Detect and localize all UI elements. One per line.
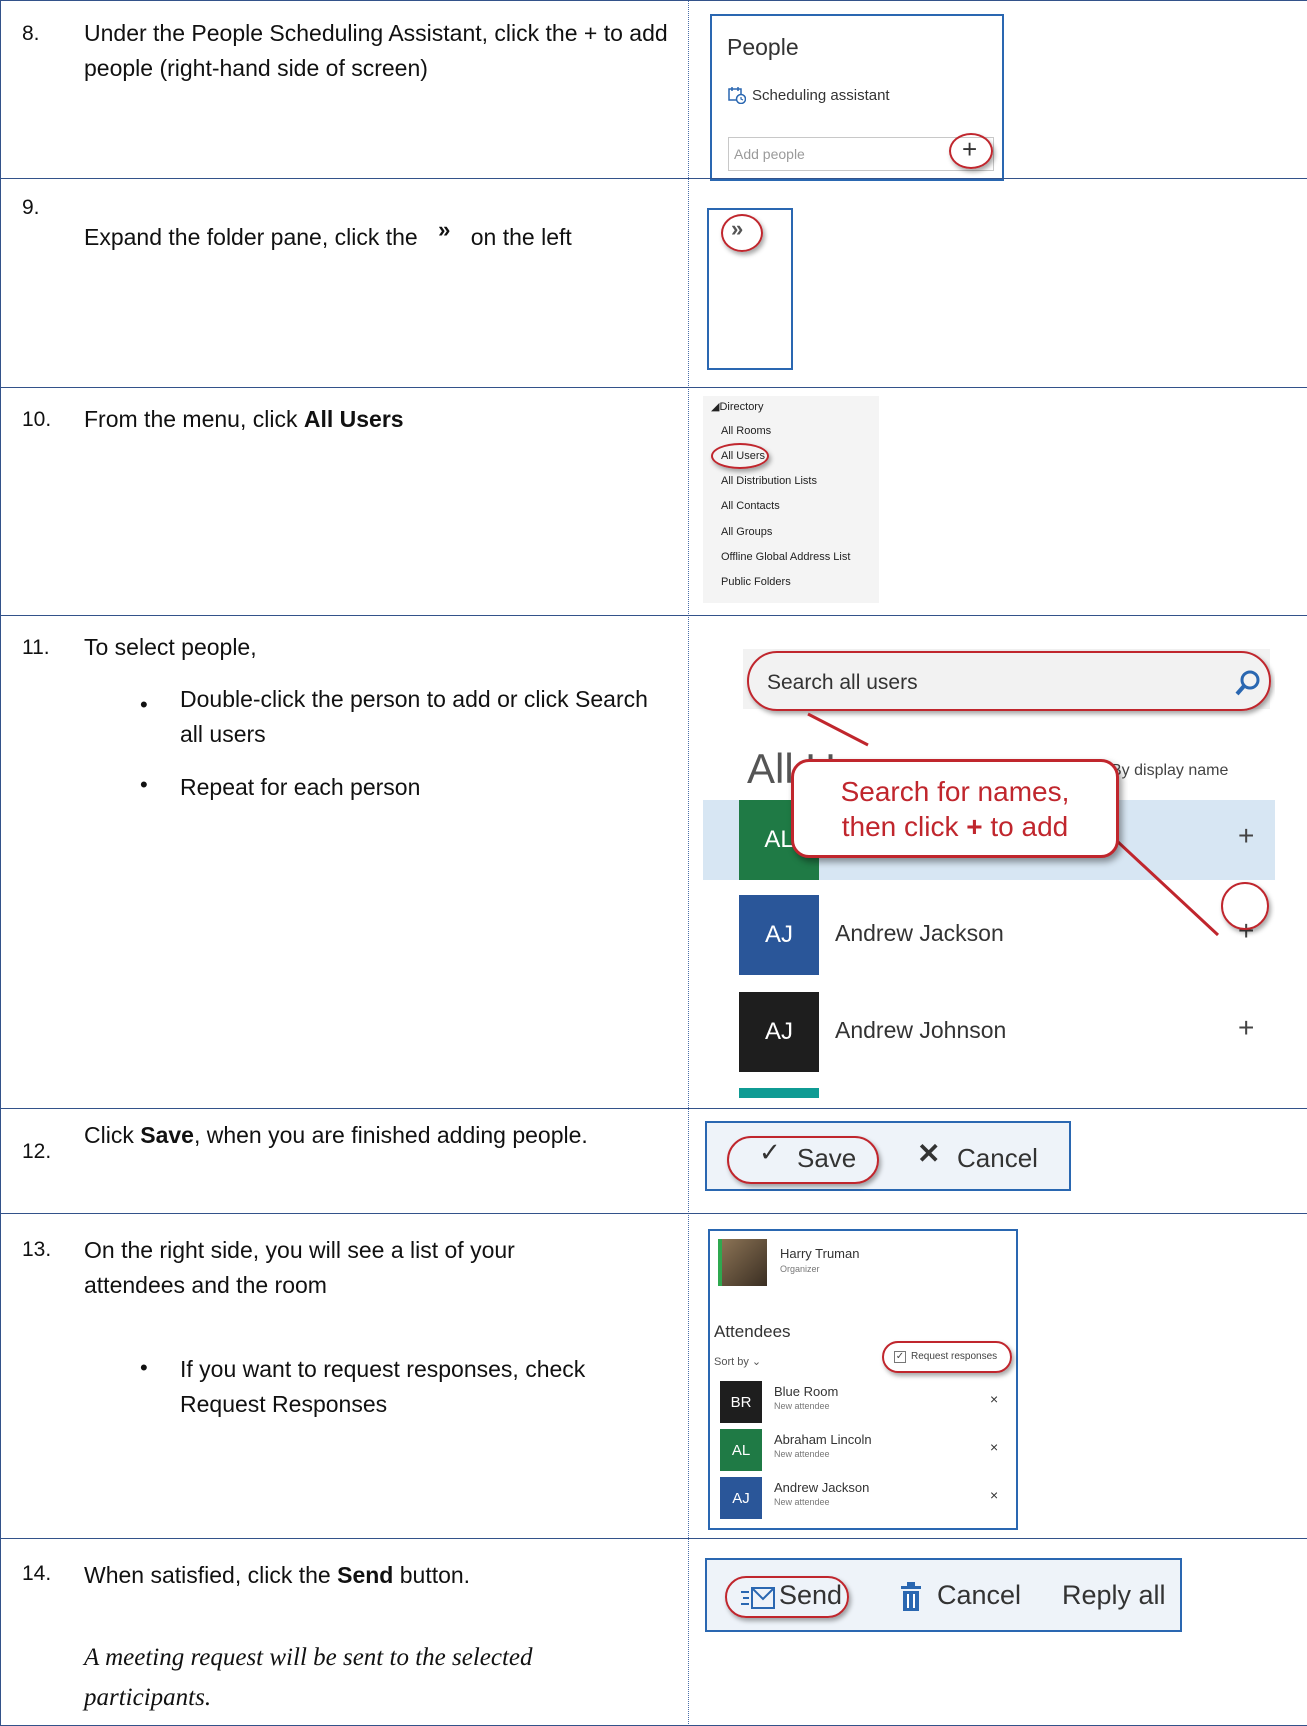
bullet-text: If you want to request responses, check … xyxy=(180,1356,586,1417)
step-text-part: Expand the folder pane, click the xyxy=(84,224,418,250)
step-text: When satisfied, click the Send button. xyxy=(84,1558,674,1593)
step-text-part: on the left xyxy=(470,224,572,250)
send-toolbar-screenshot: Send Cancel Reply all xyxy=(705,1558,1182,1632)
organizer-name: Harry Truman xyxy=(780,1246,860,1261)
highlight-circle xyxy=(721,214,763,252)
bullet-point: • xyxy=(140,772,148,797)
step-text-part: button. xyxy=(393,1562,471,1588)
highlight-oval xyxy=(882,1341,1012,1373)
step-text-bold: All Users xyxy=(303,406,404,432)
scheduling-assistant-link[interactable]: Scheduling assistant xyxy=(728,86,890,104)
step-number: 9. xyxy=(22,196,40,219)
avatar: BR xyxy=(720,1381,762,1423)
all-users-screenshot: Search all users All Users By display na… xyxy=(703,645,1275,1100)
remove-attendee-icon[interactable]: × xyxy=(990,1439,998,1455)
attendee-status: New attendee xyxy=(774,1401,830,1411)
step-text: To select people, xyxy=(84,634,257,660)
remove-attendee-icon[interactable]: × xyxy=(990,1487,998,1503)
step-text: On the right side, you will see a list o… xyxy=(84,1237,515,1298)
step-number: 14. xyxy=(22,1562,52,1585)
menu-item-all-groups[interactable]: All Groups xyxy=(721,526,772,538)
step-text-part: , when you are finished adding people. xyxy=(193,1122,588,1148)
close-icon: ✕ xyxy=(917,1138,941,1169)
avatar: AJ xyxy=(720,1477,762,1519)
people-panel-screenshot: People Scheduling assistant Add people + xyxy=(710,14,1004,181)
folder-pane-screenshot: » xyxy=(707,208,793,370)
step-text-bold: Send xyxy=(337,1562,394,1588)
step-text-bold: Save xyxy=(140,1122,194,1148)
highlight-circle xyxy=(711,443,769,469)
step-text-part: Click xyxy=(84,1122,141,1148)
cancel-button[interactable]: Cancel xyxy=(937,1580,1021,1611)
highlight-oval xyxy=(727,1136,879,1184)
directory-header[interactable]: ◢Directory xyxy=(711,400,763,413)
list-item[interactable]: AL Abraham Lincoln New attendee × xyxy=(716,1429,1016,1475)
step-number: 13. xyxy=(22,1238,52,1261)
directory-menu-screenshot: ◢Directory All Rooms All Users All Distr… xyxy=(703,396,879,603)
list-item[interactable]: AJ Andrew Jackson New attendee × xyxy=(716,1477,1016,1523)
bullet-text: Double-click the person to add or click … xyxy=(180,686,648,747)
menu-item-all-distribution-lists[interactable]: All Distribution Lists xyxy=(721,475,817,487)
remove-attendee-icon[interactable]: × xyxy=(990,1391,998,1407)
attendee-name: Blue Room xyxy=(774,1384,839,1399)
organizer-avatar xyxy=(718,1239,767,1286)
step-number: 12. xyxy=(22,1140,52,1163)
step-text: Click Save, when you are finished adding… xyxy=(84,1118,674,1153)
step-text: Expand the folder pane, click the » on t… xyxy=(84,217,674,255)
step-text: From the menu, click All Users xyxy=(84,402,674,437)
step-text-part: When satisfied, click the xyxy=(84,1562,338,1588)
trash-icon xyxy=(901,1582,921,1611)
organizer-role: Organizer xyxy=(780,1264,820,1274)
list-item[interactable]: BR Blue Room New attendee × xyxy=(716,1381,1016,1427)
bullet-point: • xyxy=(140,1355,148,1380)
callout-line: Search for names, xyxy=(840,776,1070,807)
step-number: 11. xyxy=(22,636,50,659)
scheduling-assistant-label: Scheduling assistant xyxy=(752,86,890,104)
callout-pointer-lines xyxy=(807,712,1220,937)
menu-item-all-rooms[interactable]: All Rooms xyxy=(721,425,771,437)
double-chevron-icon: » xyxy=(438,217,451,242)
callout-annotation: Search for names, then click + to add xyxy=(791,759,1119,858)
attendee-name: Abraham Lincoln xyxy=(774,1432,872,1447)
attendee-status: New attendee xyxy=(774,1497,830,1507)
highlight-oval xyxy=(725,1576,849,1618)
step-text-part: From the menu, click xyxy=(84,406,304,432)
avatar: AL xyxy=(720,1429,762,1471)
sort-by-dropdown[interactable]: Sort by ⌄ xyxy=(714,1355,761,1368)
attendee-name: Andrew Jackson xyxy=(774,1480,870,1495)
table-row-step-9 xyxy=(0,178,1307,350)
attendee-status: New attendee xyxy=(774,1449,830,1459)
attendees-panel-screenshot: Harry Truman Organizer Attendees Sort by… xyxy=(708,1229,1018,1530)
step-note: A meeting request will be sent to the se… xyxy=(84,1644,533,1711)
step-number: 8. xyxy=(22,22,40,45)
save-cancel-toolbar-screenshot: ✓ Save ✕ Cancel xyxy=(705,1121,1071,1191)
menu-item-public-folders[interactable]: Public Folders xyxy=(721,576,791,588)
cancel-button[interactable]: Cancel xyxy=(957,1143,1038,1174)
menu-item-offline-gal[interactable]: Offline Global Address List xyxy=(721,551,850,563)
bullet-text: Repeat for each person xyxy=(180,774,421,800)
calendar-clock-icon xyxy=(728,87,746,104)
bullet-point: • xyxy=(140,692,148,717)
people-heading: People xyxy=(727,34,799,60)
attendees-heading: Attendees xyxy=(714,1322,791,1341)
highlight-circle xyxy=(949,133,993,169)
step-number: 10. xyxy=(22,408,52,431)
callout-line: then click + to add xyxy=(841,811,1069,842)
reply-all-button[interactable]: Reply all xyxy=(1062,1580,1166,1611)
menu-item-all-contacts[interactable]: All Contacts xyxy=(721,500,780,512)
step-text: Under the People Scheduling Assistant, c… xyxy=(84,20,668,81)
